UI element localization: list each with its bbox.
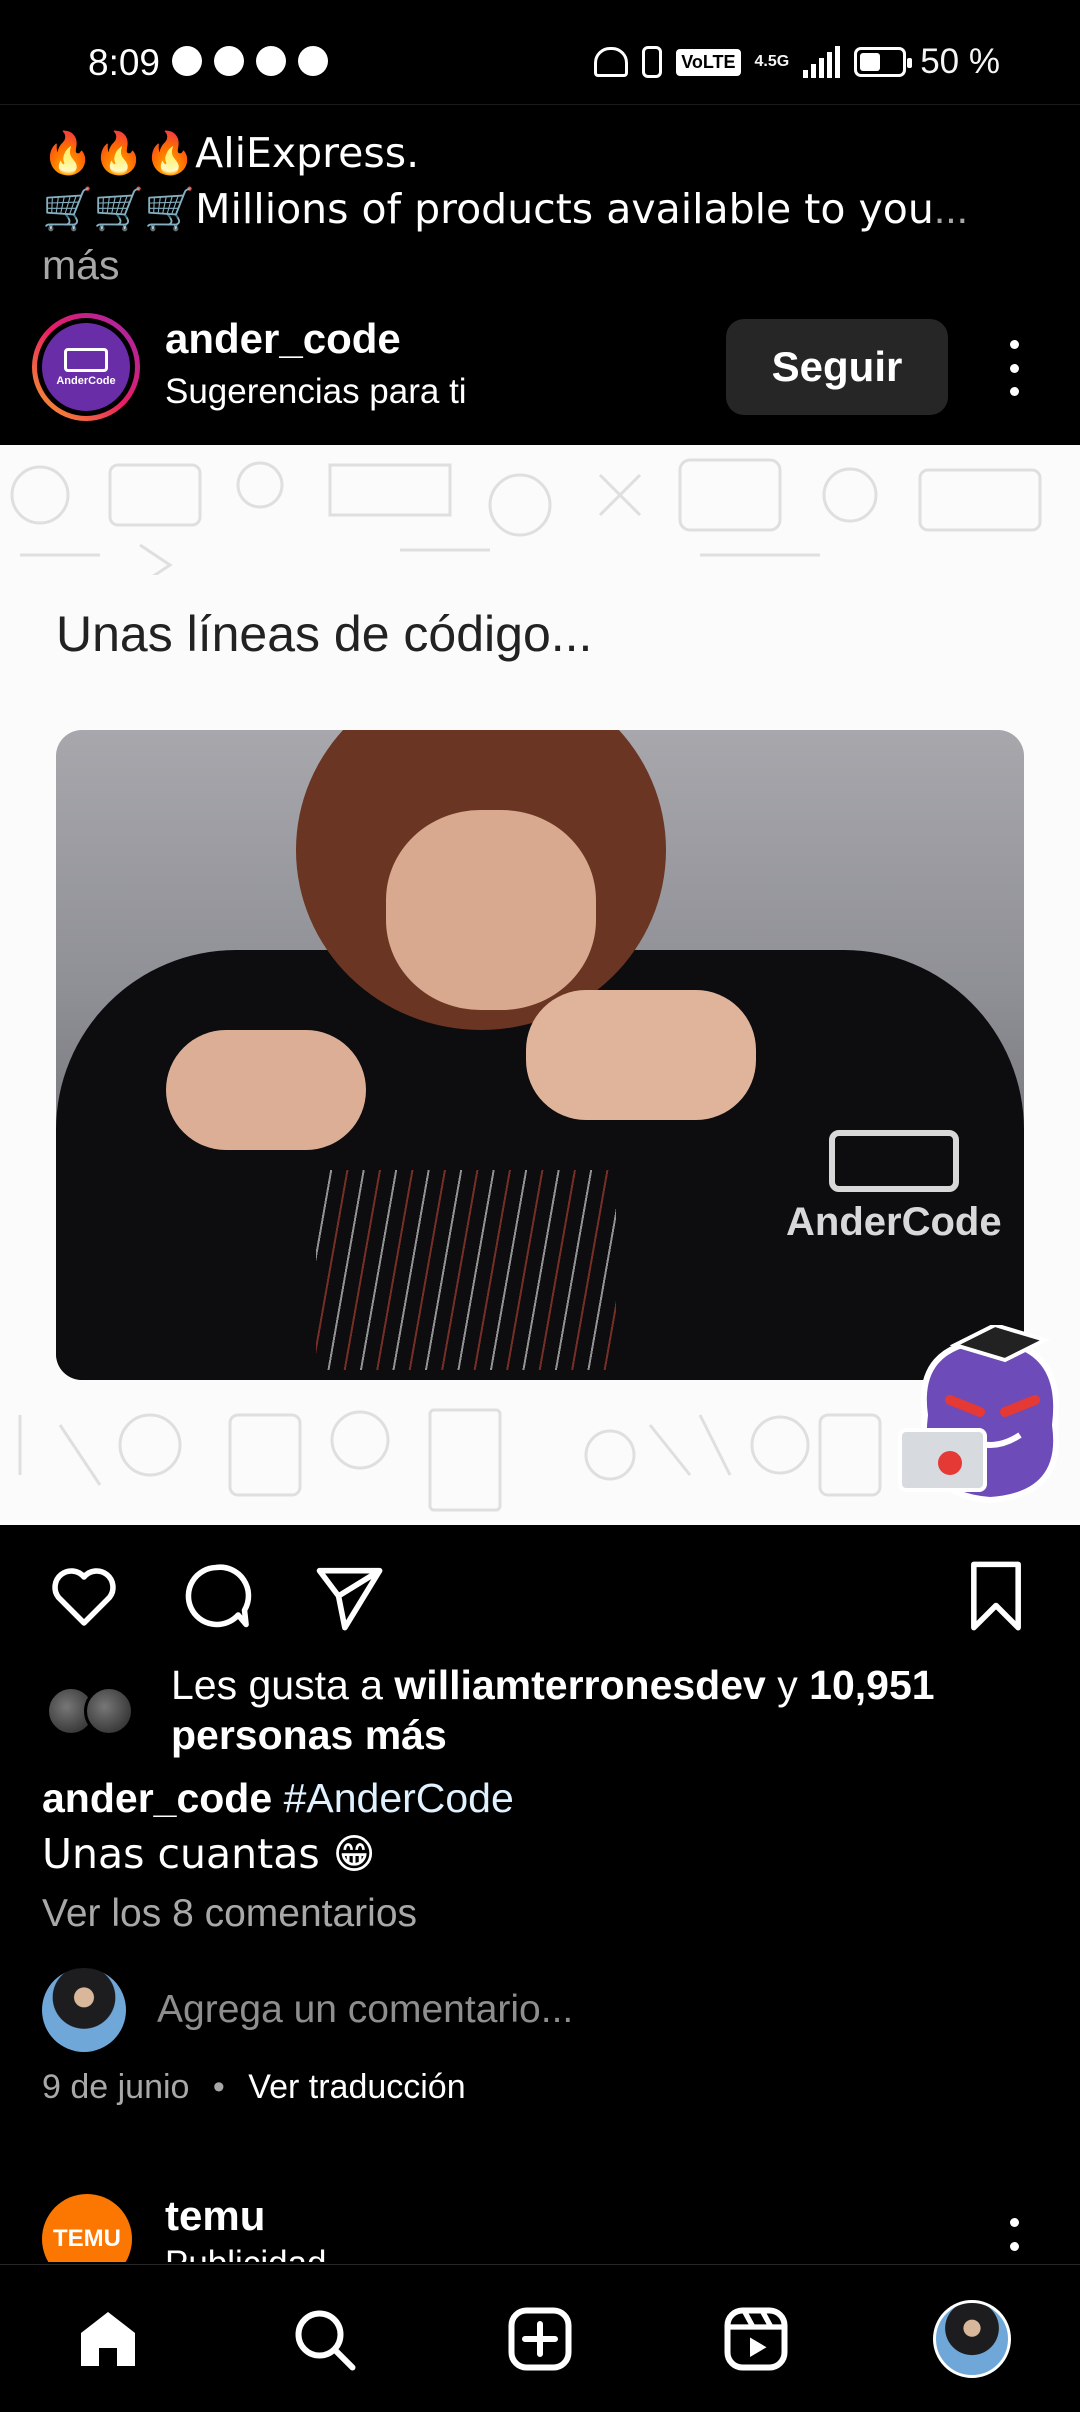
post-header: AnderCode ander_code Sugerencias para ti… (0, 300, 1080, 440)
caption-text: Unas cuantas 😁 (42, 1830, 376, 1878)
bottom-navigation (0, 2264, 1080, 2412)
likes-count: 10,951 (809, 1662, 935, 1708)
notification-icons (172, 46, 328, 76)
post-username[interactable]: ander_code (165, 315, 401, 363)
likes-user[interactable]: williamterronesdev (394, 1662, 765, 1708)
temu-avatar[interactable]: TEMU (42, 2194, 132, 2262)
comment-input[interactable]: Agrega un comentario... (157, 1988, 573, 2032)
gengar-mascot-icon (898, 1325, 1060, 1504)
headphones-icon (594, 47, 629, 77)
doodle-pattern-top (10, 458, 1042, 575)
prior-post-caption: 🔥🔥🔥AliExpress. 🛒🛒🛒Millions of products a… (42, 125, 1042, 293)
view-comments-link[interactable]: Ver los 8 comentarios (42, 1892, 417, 1936)
network-type: 4.5G (754, 53, 790, 70)
prior-caption-line2: 🛒🛒🛒Millions of products available to you (42, 185, 934, 233)
prior-caption-ellipsis: ... (933, 186, 968, 232)
more-link[interactable]: más (42, 242, 119, 288)
system-icons: VoLTE 4.5G 50 % (594, 42, 1000, 82)
post-date: 9 de junio (42, 2068, 190, 2106)
like-heart-icon[interactable] (46, 1558, 122, 1634)
search-icon[interactable] (284, 2299, 364, 2379)
add-comment-row[interactable]: Agrega un comentario... (42, 1968, 1042, 2052)
see-translation-link[interactable]: Ver traducción (248, 2068, 465, 2106)
home-icon[interactable] (68, 2299, 148, 2379)
meta-separator: • (212, 2068, 225, 2106)
temu-avatar-text: TEMU (53, 2225, 121, 2252)
post-caption: ander_code #AnderCode Unas cuantas 😁 (42, 1770, 514, 1882)
post-actions (0, 1540, 1080, 1640)
shield-icon (256, 46, 286, 76)
post-subtitle: Sugerencias para ti (165, 372, 467, 411)
post-image[interactable]: Unas líneas de código... AnderCode (0, 445, 1080, 1525)
likes-text: Les gusta a williamterronesdev y 10,951 … (171, 1660, 1031, 1760)
next-post-header: TEMU temu Publicidad (0, 2180, 1080, 2262)
reels-icon[interactable] (716, 2299, 796, 2379)
more-options-icon[interactable] (996, 340, 1032, 396)
avatar-logo-text: AnderCode (56, 374, 116, 387)
prior-caption-line1: 🔥🔥🔥AliExpress. (42, 129, 420, 177)
likes-suffix: personas más (171, 1712, 447, 1758)
create-icon[interactable] (500, 2299, 580, 2379)
signal-icon (803, 46, 841, 78)
post-photo: AnderCode (56, 730, 1024, 1380)
save-bookmark-icon[interactable] (958, 1558, 1034, 1634)
volte-badge: VoLTE (676, 48, 741, 76)
liker-avatar (84, 1686, 134, 1736)
watermark: AnderCode (786, 1130, 1002, 1245)
current-user-avatar (42, 1968, 126, 2052)
next-post-subtitle: Publicidad (165, 2244, 327, 2262)
alarm-icon (172, 46, 202, 76)
comment-icon[interactable] (178, 1558, 254, 1634)
image-heading: Unas líneas de código... (56, 606, 593, 662)
more-options-icon[interactable] (996, 2218, 1032, 2262)
profile-avatar (933, 2300, 1011, 2378)
caption-hashtag[interactable]: #AnderCode (284, 1775, 514, 1821)
keyboard-logo-icon (828, 1130, 959, 1192)
battery-icon (854, 47, 913, 77)
messenger-icon (214, 46, 244, 76)
share-icon[interactable] (310, 1558, 386, 1634)
likes-prefix: Les gusta a (171, 1662, 383, 1708)
facebook-icon (298, 46, 328, 76)
likes-summary[interactable]: Les gusta a williamterronesdev y 10,951 … (46, 1660, 1046, 1760)
avatar[interactable]: AnderCode (32, 313, 140, 421)
status-time: 8:09 (88, 42, 161, 83)
follow-button[interactable]: Seguir (726, 319, 948, 415)
caption-username[interactable]: ander_code (42, 1775, 272, 1821)
status-bar: 8:09 VoLTE 4.5G 50 % (0, 0, 1080, 105)
next-post-username[interactable]: temu (165, 2192, 265, 2240)
post-meta: 9 de junio • Ver traducción (42, 2068, 466, 2107)
keyboard-logo-icon (64, 347, 108, 372)
battery-percent: 50 % (920, 42, 1000, 81)
likes-middle: y (777, 1662, 798, 1708)
profile-tab[interactable] (932, 2299, 1012, 2379)
vibrate-icon (642, 46, 663, 78)
watermark-text: AnderCode (786, 1200, 1002, 1244)
